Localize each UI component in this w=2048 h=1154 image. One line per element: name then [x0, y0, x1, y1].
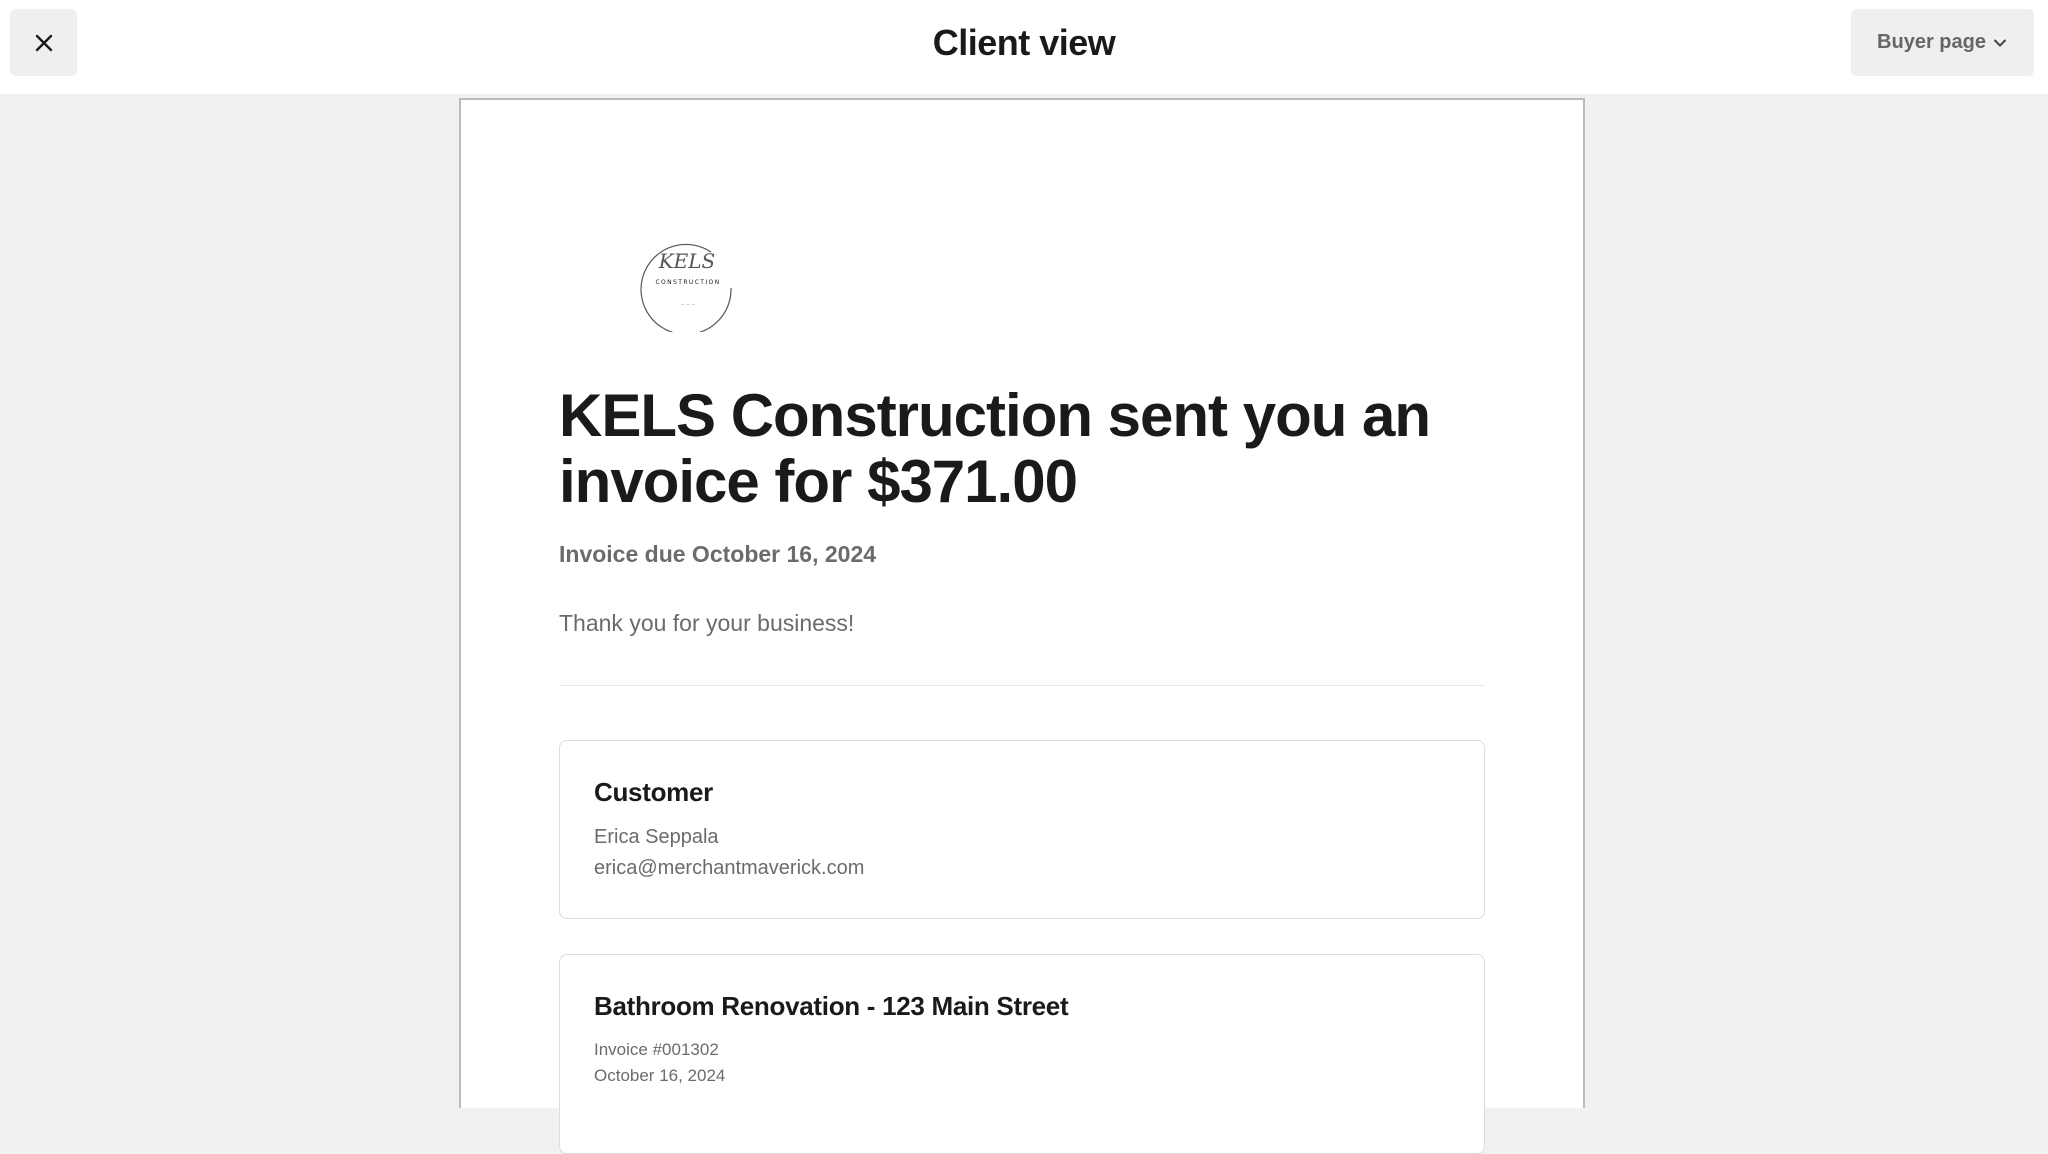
- invoice-sheet: KELS CONSTRUCTION — — — KELS Constructio…: [459, 98, 1585, 1154]
- customer-heading: Customer: [594, 777, 713, 807]
- customer-name: Erica Seppala: [594, 826, 719, 848]
- chevron-down-icon: [1993, 39, 2006, 46]
- invoice-message: Thank you for your business!: [559, 610, 855, 636]
- customer-email[interactable]: erica@merchantmaverick.com: [594, 857, 864, 880]
- buyer-page-dropdown[interactable]: Buyer page: [1851, 9, 2034, 76]
- divider: [559, 685, 1485, 686]
- invoice-headline: KELS Construction sent you an invoice fo…: [559, 382, 1431, 515]
- invoice-number: Invoice #001302: [594, 1040, 719, 1059]
- svg-text:KELS: KELS: [658, 249, 716, 273]
- project-card: Bathroom Renovation - 123 Main Street In…: [559, 954, 1485, 1154]
- customer-card: Customer Erica Seppala erica@merchantmav…: [559, 740, 1485, 919]
- invoice-due-date: Invoice due October 16, 2024: [559, 541, 877, 567]
- page-title: Client view: [932, 22, 1116, 63]
- svg-text:CONSTRUCTION: CONSTRUCTION: [655, 279, 720, 286]
- top-bar: Client view Buyer page: [0, 0, 2048, 94]
- svg-text:— — —: — — —: [681, 302, 696, 307]
- project-heading: Bathroom Renovation - 123 Main Street: [594, 991, 1069, 1021]
- company-logo: KELS CONSTRUCTION — — —: [640, 243, 732, 332]
- invoice-date: October 16, 2024: [594, 1066, 726, 1085]
- buyer-page-label: Buyer page: [1877, 31, 1986, 53]
